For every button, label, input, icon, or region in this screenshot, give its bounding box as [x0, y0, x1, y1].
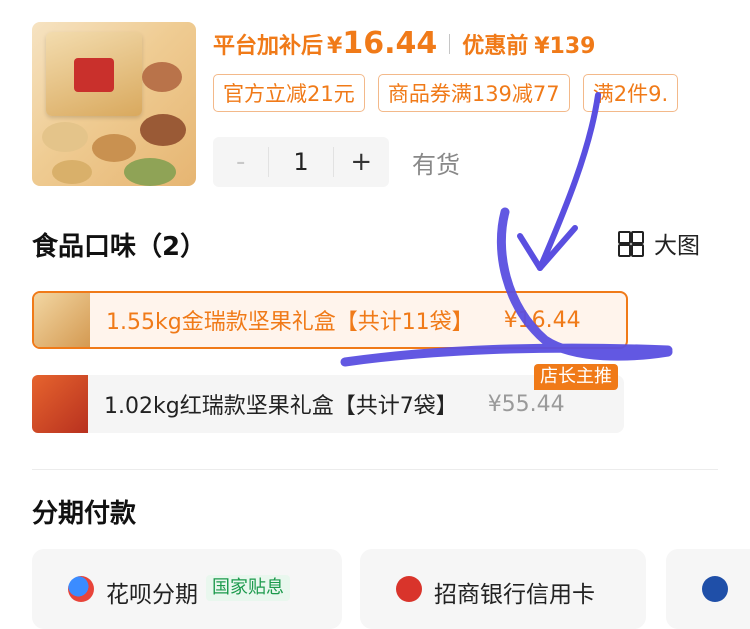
coupon-tag[interactable]: 满2件9. [582, 74, 679, 112]
recommended-badge: 店长主推 [534, 364, 618, 390]
bank-icon [702, 576, 728, 602]
installment-option-cmb[interactable]: 招商银行信用卡 [360, 549, 646, 629]
grid-view-icon [618, 231, 644, 257]
variant-price: ¥16.44 [503, 307, 581, 333]
flavor-section-title: 食品口味（2） [32, 232, 207, 262]
arrow-shaft [537, 92, 601, 271]
variant-name: 1.55kg金瑞款坚果礼盒【共计11袋】 [106, 310, 474, 335]
currency-symbol: ¥ [327, 34, 343, 59]
product-thumbnail[interactable] [32, 22, 196, 186]
variant-option-selected[interactable]: 1.55kg金瑞款坚果礼盒【共计11袋】 ¥16.44 [32, 291, 628, 349]
decrease-quantity-button[interactable]: - [213, 147, 268, 177]
section-divider [32, 469, 718, 470]
huabei-icon [68, 576, 94, 602]
variant-thumbnail [32, 375, 88, 433]
price-divider [449, 34, 451, 54]
subsidy-price: 16.44 [342, 26, 438, 61]
arrow-head [517, 225, 578, 271]
gov-subsidy-tag: 国家贴息 [206, 575, 290, 601]
installment-label: 招商银行信用卡 [434, 582, 595, 608]
original-price: ¥139 [534, 34, 596, 59]
quantity-stepper: - 1 + [213, 137, 389, 187]
coupon-tags: 官方立减21元 商品券满139减77 满2件9. [213, 74, 693, 114]
large-view-toggle[interactable]: 大图 [618, 228, 700, 259]
installment-label: 花呗分期 [106, 582, 198, 608]
cmb-bank-icon [396, 576, 422, 602]
large-view-label: 大图 [654, 233, 700, 259]
original-price-label: 优惠前 [462, 34, 529, 59]
variant-price: ¥55.44 [487, 391, 565, 417]
installment-option-huabei[interactable]: 花呗分期 国家贴息 [32, 549, 342, 629]
installment-option-bank[interactable] [666, 549, 750, 629]
subsidy-price-label: 平台加补后 [213, 34, 324, 59]
coupon-tag[interactable]: 商品券满139减77 [377, 74, 570, 112]
stock-status: 有货 [412, 151, 460, 179]
increase-quantity-button[interactable]: + [334, 147, 389, 177]
gift-box-image [46, 32, 142, 116]
quantity-value[interactable]: 1 [268, 147, 334, 177]
variant-name: 1.02kg红瑞款坚果礼盒【共计7袋】 [104, 394, 458, 419]
coupon-tag[interactable]: 官方立减21元 [213, 74, 365, 112]
variant-thumbnail [34, 293, 90, 347]
price-line: 平台加补后 ¥ 16.44 优惠前 ¥139 [213, 26, 595, 62]
installment-section-title: 分期付款 [32, 499, 137, 529]
